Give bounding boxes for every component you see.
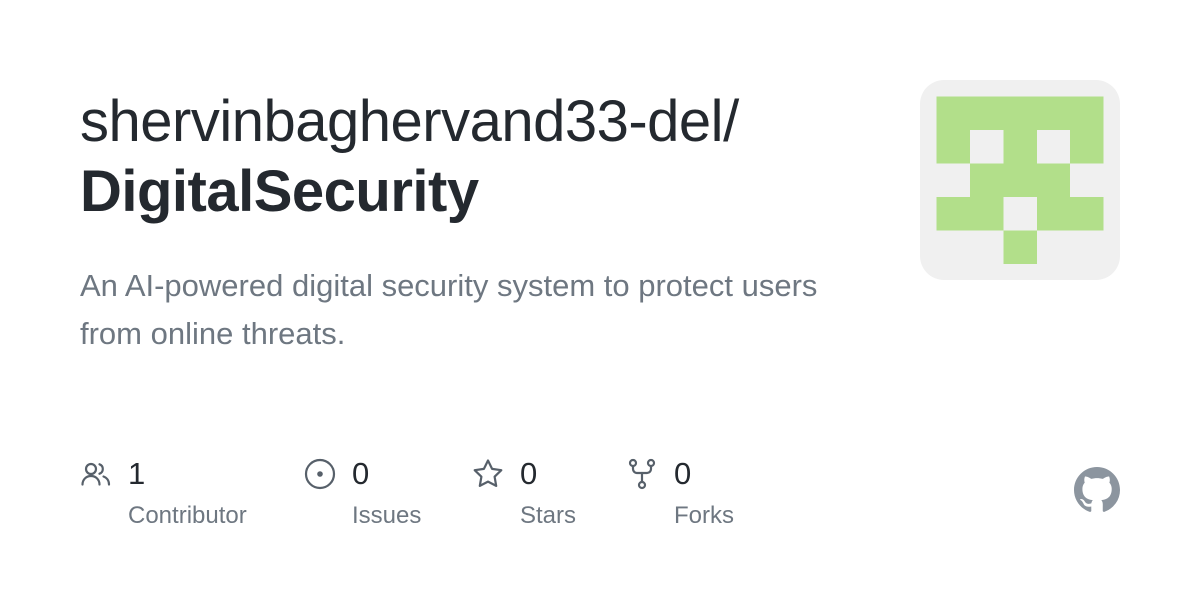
issues-count: 0 — [352, 456, 370, 491]
issues-label: Issues — [352, 502, 422, 529]
forks-label: Forks — [674, 502, 734, 529]
star-icon — [472, 458, 504, 490]
stars-count: 0 — [520, 456, 538, 491]
github-mark-icon — [1074, 467, 1120, 513]
repository-social-card: shervinbaghervand33-del/ DigitalSecurity… — [0, 0, 1200, 600]
repository-owner: shervinbaghervand33-del/ — [80, 89, 739, 154]
people-icon — [80, 458, 112, 490]
repo-forked-icon — [626, 458, 658, 490]
forks-count: 0 — [674, 456, 692, 491]
contributors-count: 1 — [128, 456, 146, 491]
repository-title: shervinbaghervand33-del/ DigitalSecurity — [80, 88, 880, 228]
issue-opened-icon — [304, 458, 336, 490]
repository-description: An AI-powered digital security system to… — [80, 268, 818, 351]
stars-label: Stars — [520, 502, 577, 529]
repository-name: DigitalSecurity — [80, 159, 479, 224]
contributors-label: Contributor — [128, 502, 247, 529]
owner-avatar — [920, 80, 1120, 280]
identicon-icon — [920, 80, 1120, 280]
